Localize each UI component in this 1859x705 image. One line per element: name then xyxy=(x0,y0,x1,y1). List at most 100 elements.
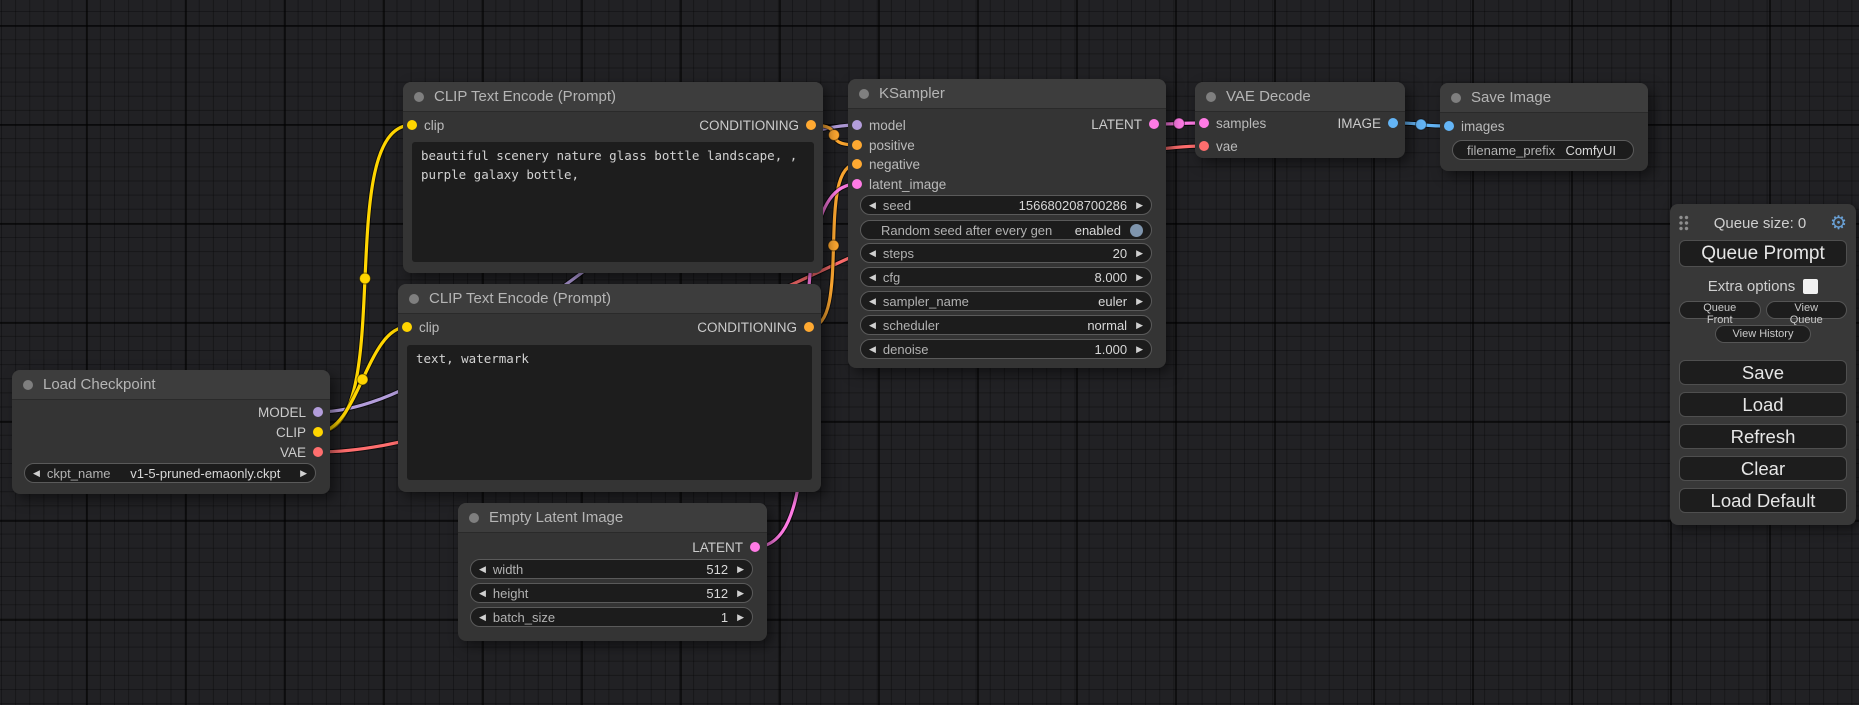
view-history-button[interactable]: View History xyxy=(1715,325,1811,343)
ckpt_name-widget[interactable]: ◀ckpt_namev1-5-pruned-emaonly.ckpt▶ xyxy=(24,463,316,483)
increment-arrow-icon[interactable]: ▶ xyxy=(1136,201,1143,210)
positive-input-slot: positive xyxy=(848,135,915,155)
collapse-dot-icon[interactable] xyxy=(1451,93,1461,103)
node-clip-text-encode-negative[interactable]: CLIP Text Encode (Prompt)clipCONDITIONIN… xyxy=(398,284,821,492)
graph-canvas[interactable]: Load CheckpointMODELCLIPVAE◀ckpt_namev1-… xyxy=(0,0,1859,705)
latent_image-input-dot[interactable] xyxy=(852,179,862,189)
widget-value: 1 xyxy=(721,610,728,625)
drag-handle-icon[interactable] xyxy=(1679,215,1690,231)
decrement-arrow-icon[interactable]: ◀ xyxy=(869,345,876,354)
decrement-arrow-icon[interactable]: ◀ xyxy=(869,249,876,258)
CONDITIONING-output-dot[interactable] xyxy=(804,322,814,332)
VAE-output-dot[interactable] xyxy=(313,447,323,457)
prompt-textarea[interactable]: text, watermark xyxy=(407,345,812,480)
collapse-dot-icon[interactable] xyxy=(409,294,419,304)
increment-arrow-icon[interactable]: ▶ xyxy=(1136,297,1143,306)
decrement-arrow-icon[interactable]: ◀ xyxy=(869,273,876,282)
widget-label: ckpt_name xyxy=(47,466,111,481)
decrement-arrow-icon[interactable]: ◀ xyxy=(869,297,876,306)
denoise-widget[interactable]: ◀denoise1.000▶ xyxy=(860,339,1152,359)
view-queue-button[interactable]: View Queue xyxy=(1766,301,1848,319)
filename_prefix-widget[interactable]: filename_prefixComfyUI xyxy=(1452,140,1634,160)
decrement-arrow-icon[interactable]: ◀ xyxy=(33,469,40,478)
increment-arrow-icon[interactable]: ▶ xyxy=(1136,321,1143,330)
save-button[interactable]: Save xyxy=(1679,360,1847,385)
increment-arrow-icon[interactable]: ▶ xyxy=(737,613,744,622)
LATENT-output-dot[interactable] xyxy=(750,542,760,552)
increment-arrow-icon[interactable]: ▶ xyxy=(1136,273,1143,282)
queue-prompt-button[interactable]: Queue Prompt xyxy=(1679,240,1847,267)
CONDITIONING-output-dot[interactable] xyxy=(806,120,816,130)
increment-arrow-icon[interactable]: ▶ xyxy=(1136,345,1143,354)
prompt-textarea[interactable]: beautiful scenery nature glass bottle la… xyxy=(412,142,814,262)
CONDITIONING-output-slot: CONDITIONING xyxy=(699,115,823,135)
decrement-arrow-icon[interactable]: ◀ xyxy=(869,321,876,330)
widget-value: 8.000 xyxy=(1095,270,1128,285)
CLIP-output-dot[interactable] xyxy=(313,427,323,437)
node-load-checkpoint[interactable]: Load CheckpointMODELCLIPVAE◀ckpt_namev1-… xyxy=(12,370,330,494)
increment-arrow-icon[interactable]: ▶ xyxy=(737,565,744,574)
node-save-image[interactable]: Save Image images filename_prefixComfyUI xyxy=(1440,83,1648,171)
samples-input-dot[interactable] xyxy=(1199,118,1209,128)
toggle-knob-icon[interactable] xyxy=(1130,224,1143,237)
node-empty-latent-image[interactable]: Empty Latent ImageLATENT◀width512▶◀heigh… xyxy=(458,503,767,641)
width-widget[interactable]: ◀width512▶ xyxy=(470,559,753,579)
increment-arrow-icon[interactable]: ▶ xyxy=(737,589,744,598)
clip-negative-link-midpoint-dot[interactable] xyxy=(357,374,368,385)
load-button[interactable]: Load xyxy=(1679,392,1847,417)
positive-cond-link-midpoint-dot[interactable] xyxy=(829,130,840,141)
seed-widget[interactable]: ◀seed156680208700286▶ xyxy=(860,195,1152,215)
collapse-dot-icon[interactable] xyxy=(859,89,869,99)
LATENT-output-slot: LATENT xyxy=(692,537,767,557)
node-header: Save Image xyxy=(1440,83,1648,113)
clip-input-dot[interactable] xyxy=(402,322,412,332)
samples-link-midpoint-dot[interactable] xyxy=(1174,118,1185,129)
LATENT-output-dot[interactable] xyxy=(1149,119,1159,129)
load-default-button[interactable]: Load Default xyxy=(1679,488,1847,513)
batch_size-widget[interactable]: ◀batch_size1▶ xyxy=(470,607,753,627)
queue-panel-header: Queue size: 0 ⚙ xyxy=(1679,213,1847,233)
cfg-widget[interactable]: ◀cfg8.000▶ xyxy=(860,267,1152,287)
collapse-dot-icon[interactable] xyxy=(23,380,33,390)
input-slot-label: images xyxy=(1461,119,1505,134)
sampler_name-widget[interactable]: ◀sampler_nameeuler▶ xyxy=(860,291,1152,311)
clip-input-dot[interactable] xyxy=(407,120,417,130)
collapse-dot-icon[interactable] xyxy=(469,513,479,523)
positive-input-dot[interactable] xyxy=(852,140,862,150)
widget-label: denoise xyxy=(883,342,929,357)
node-ksampler[interactable]: KSamplermodelpositivenegativelatent_imag… xyxy=(848,79,1166,368)
node-vae-decode[interactable]: VAE DecodesamplesvaeIMAGE xyxy=(1195,82,1405,158)
steps-widget[interactable]: ◀steps20▶ xyxy=(860,243,1152,263)
scheduler-widget[interactable]: ◀schedulernormal▶ xyxy=(860,315,1152,335)
increment-arrow-icon[interactable]: ▶ xyxy=(1136,249,1143,258)
decrement-arrow-icon[interactable]: ◀ xyxy=(869,201,876,210)
CLIP-output-slot: CLIP xyxy=(276,422,330,442)
increment-arrow-icon[interactable]: ▶ xyxy=(300,469,307,478)
decrement-arrow-icon[interactable]: ◀ xyxy=(479,589,486,598)
decrement-arrow-icon[interactable]: ◀ xyxy=(479,565,486,574)
vae-input-dot[interactable] xyxy=(1199,141,1209,151)
height-widget[interactable]: ◀height512▶ xyxy=(470,583,753,603)
queue-front-button[interactable]: Queue Front xyxy=(1679,301,1761,319)
negative-input-dot[interactable] xyxy=(852,159,862,169)
clip-positive-link-midpoint-dot[interactable] xyxy=(360,273,371,284)
VAE-output-slot: VAE xyxy=(280,442,330,462)
collapse-dot-icon[interactable] xyxy=(414,92,424,102)
images-input-dot[interactable] xyxy=(1444,121,1454,131)
MODEL-output-dot[interactable] xyxy=(313,407,323,417)
image-link-midpoint-dot[interactable] xyxy=(1416,119,1427,130)
widget-value: ComfyUI xyxy=(1565,143,1616,158)
input-slot-label: negative xyxy=(869,157,920,172)
decrement-arrow-icon[interactable]: ◀ xyxy=(479,613,486,622)
settings-gear-icon[interactable]: ⚙ xyxy=(1830,214,1847,233)
collapse-dot-icon[interactable] xyxy=(1206,92,1216,102)
model-input-dot[interactable] xyxy=(852,120,862,130)
node-title: Load Checkpoint xyxy=(43,376,156,393)
negative-cond-link-midpoint-dot[interactable] xyxy=(828,240,839,251)
extra-options-checkbox[interactable] xyxy=(1803,279,1818,294)
refresh-button[interactable]: Refresh xyxy=(1679,424,1847,449)
node-clip-text-encode-positive[interactable]: CLIP Text Encode (Prompt)clipCONDITIONIN… xyxy=(403,82,823,273)
Random seed after every gen-widget[interactable]: Random seed after every genenabled xyxy=(860,220,1152,240)
IMAGE-output-dot[interactable] xyxy=(1388,118,1398,128)
clear-button[interactable]: Clear xyxy=(1679,456,1847,481)
